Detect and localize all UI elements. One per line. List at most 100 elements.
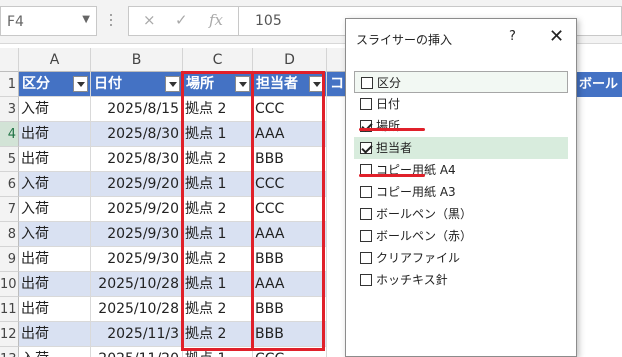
- table-cell[interactable]: 出荷: [19, 122, 91, 147]
- row-header[interactable]: 1: [0, 72, 19, 97]
- table-cell[interactable]: 拠点 2: [183, 322, 253, 347]
- column-header-a[interactable]: A: [19, 48, 91, 72]
- table-cell[interactable]: AAA: [253, 272, 327, 297]
- checkbox-icon[interactable]: [360, 252, 372, 264]
- select-all-corner[interactable]: [0, 48, 19, 72]
- table-cell[interactable]: BBB: [253, 322, 327, 347]
- table-cell[interactable]: CCC: [253, 347, 327, 357]
- table-cell[interactable]: CCC: [253, 97, 327, 122]
- table-cell[interactable]: 2025/9/20: [91, 172, 183, 197]
- table-cell[interactable]: 2025/9/20: [91, 197, 183, 222]
- insert-slicer-dialog: スライサーの挿入 ? ✕ 区分 日付 場所 担当者 コピー用紙 A4 コピー用紙 A3 ボー…: [345, 18, 577, 357]
- filter-dropdown-icon[interactable]: [309, 76, 324, 92]
- slicer-field-item[interactable]: ボールペン（黒）: [354, 203, 568, 225]
- table-cell[interactable]: 2025/8/30: [91, 147, 183, 172]
- table-cell[interactable]: CCC: [253, 172, 327, 197]
- table-cell[interactable]: 拠点 1: [183, 347, 253, 357]
- name-box[interactable]: F4 ▼: [0, 6, 97, 36]
- table-cell[interactable]: 2025/8/30: [91, 122, 183, 147]
- slicer-field-item[interactable]: クリアファイル: [354, 247, 568, 269]
- close-button[interactable]: ✕: [549, 26, 564, 47]
- table-cell[interactable]: 出荷: [19, 297, 91, 322]
- cancel-icon[interactable]: ×: [143, 11, 156, 29]
- slicer-field-item[interactable]: 日付: [354, 93, 568, 115]
- checkbox-icon[interactable]: [360, 274, 372, 286]
- slicer-field-item[interactable]: ホッチキス針: [354, 269, 568, 291]
- table-cell[interactable]: BBB: [253, 297, 327, 322]
- table-header-cell[interactable]: 日付: [91, 72, 183, 97]
- table-cell[interactable]: BBB: [253, 147, 327, 172]
- table-cell[interactable]: 入荷: [19, 347, 91, 357]
- table-cell[interactable]: 2025/10/28: [91, 297, 183, 322]
- table-cell[interactable]: 入荷: [19, 172, 91, 197]
- table-cell[interactable]: 入荷: [19, 197, 91, 222]
- table-cell[interactable]: AAA: [253, 222, 327, 247]
- row-header[interactable]: 10: [0, 272, 19, 297]
- filter-dropdown-icon[interactable]: [165, 76, 180, 92]
- dialog-title: スライサーの挿入: [356, 33, 453, 47]
- row-header[interactable]: 12: [0, 322, 19, 347]
- column-header-b[interactable]: B: [91, 48, 183, 72]
- table-cell[interactable]: 拠点 1: [183, 222, 253, 247]
- table-cell[interactable]: 入荷: [19, 222, 91, 247]
- column-header-e[interactable]: [327, 48, 347, 72]
- table-cell[interactable]: 出荷: [19, 272, 91, 297]
- table-header-cell[interactable]: 担当者: [253, 72, 327, 97]
- row-header[interactable]: 4: [0, 122, 19, 147]
- table-cell[interactable]: 2025/10/28: [91, 272, 183, 297]
- table-cell[interactable]: 2025/11/20: [91, 347, 183, 357]
- checkbox-icon[interactable]: [361, 77, 373, 89]
- table-cell[interactable]: 2025/9/30: [91, 222, 183, 247]
- table-cell[interactable]: 拠点 2: [183, 97, 253, 122]
- table-cell[interactable]: 2025/9/30: [91, 247, 183, 272]
- row-header[interactable]: 8: [0, 222, 19, 247]
- slicer-field-item[interactable]: 担当者: [354, 137, 568, 159]
- checkbox-icon[interactable]: [360, 186, 372, 198]
- help-button[interactable]: ?: [509, 29, 516, 44]
- row-header[interactable]: 5: [0, 147, 19, 172]
- header-cell-fragment[interactable]: ボール: [577, 72, 622, 97]
- filter-dropdown-icon[interactable]: [73, 76, 88, 92]
- table-cell[interactable]: BBB: [253, 247, 327, 272]
- table-cell[interactable]: AAA: [253, 122, 327, 147]
- row-header[interactable]: 11: [0, 297, 19, 322]
- row-header[interactable]: 3: [0, 97, 19, 122]
- table-cell[interactable]: 出荷: [19, 247, 91, 272]
- enter-icon[interactable]: ✓: [175, 11, 188, 29]
- checkbox-icon[interactable]: [360, 98, 372, 110]
- slicer-field-item[interactable]: 区分: [354, 71, 568, 93]
- slicer-field-item[interactable]: コピー用紙 A3: [354, 181, 568, 203]
- slicer-field-item[interactable]: 場所: [354, 115, 568, 137]
- table-header-cell[interactable]: 区分: [19, 72, 91, 97]
- table-cell[interactable]: 拠点 1: [183, 122, 253, 147]
- checkbox-icon[interactable]: [360, 208, 372, 220]
- filter-dropdown-icon[interactable]: [235, 76, 250, 92]
- column-header-c[interactable]: C: [183, 48, 253, 72]
- checkbox-icon[interactable]: [360, 142, 372, 154]
- table-cell[interactable]: 拠点 1: [183, 272, 253, 297]
- table-cell[interactable]: 拠点 2: [183, 197, 253, 222]
- insert-function-icon[interactable]: fx: [209, 11, 223, 29]
- table-cell[interactable]: 拠点 2: [183, 247, 253, 272]
- slicer-field-item[interactable]: ボールペン（赤）: [354, 225, 568, 247]
- table-cell[interactable]: 拠点 1: [183, 172, 253, 197]
- row-header[interactable]: 13: [0, 347, 19, 357]
- table-cell[interactable]: 2025/8/15: [91, 97, 183, 122]
- table-cell[interactable]: 出荷: [19, 147, 91, 172]
- table-header-cell[interactable]: コ: [327, 72, 347, 97]
- table-header-cell[interactable]: 場所: [183, 72, 253, 97]
- column-header-d[interactable]: D: [253, 48, 327, 72]
- row-header[interactable]: 6: [0, 172, 19, 197]
- drag-handle[interactable]: [110, 14, 114, 30]
- table-cell[interactable]: 拠点 2: [183, 297, 253, 322]
- chevron-down-icon[interactable]: ▼: [82, 14, 90, 25]
- table-cell[interactable]: CCC: [253, 197, 327, 222]
- row-header[interactable]: 7: [0, 197, 19, 222]
- slicer-field-item[interactable]: コピー用紙 A4: [354, 159, 568, 181]
- table-cell[interactable]: 出荷: [19, 322, 91, 347]
- table-cell[interactable]: 2025/11/3: [91, 322, 183, 347]
- row-header[interactable]: 9: [0, 247, 19, 272]
- table-cell[interactable]: 入荷: [19, 97, 91, 122]
- checkbox-icon[interactable]: [360, 230, 372, 242]
- table-cell[interactable]: 拠点 2: [183, 147, 253, 172]
